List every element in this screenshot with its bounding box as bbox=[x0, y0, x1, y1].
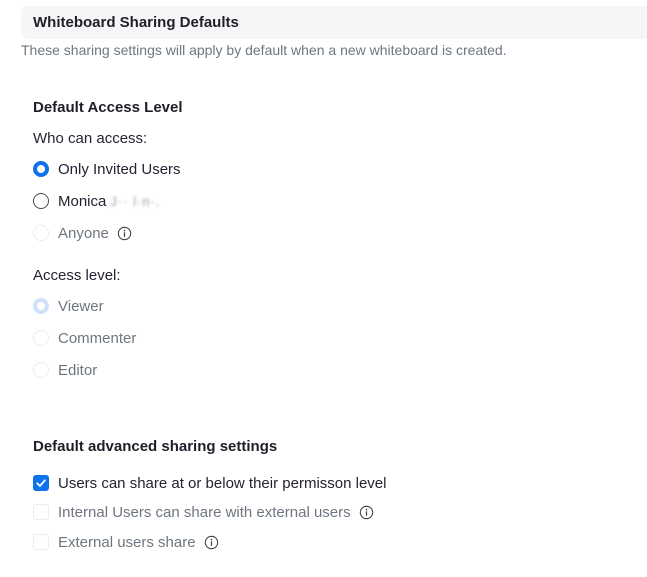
option-label: Users can share at or below their permis… bbox=[58, 474, 387, 492]
option-label: Anyone bbox=[58, 224, 109, 242]
option-label: Commenter bbox=[58, 329, 137, 347]
option-label: Editor bbox=[58, 361, 98, 379]
checkbox[interactable] bbox=[33, 504, 49, 520]
access-level-label: Access level: bbox=[33, 267, 121, 284]
checkbox[interactable] bbox=[33, 475, 49, 491]
access-section-title: Default Access Level bbox=[33, 99, 183, 116]
redacted-name: J·· l·n·. bbox=[110, 193, 161, 209]
info-icon[interactable] bbox=[204, 535, 219, 550]
option-label: Viewer bbox=[58, 297, 104, 315]
radio-button[interactable] bbox=[33, 193, 49, 209]
checkbox-internal-share-external[interactable]: Internal Users can share with external u… bbox=[33, 502, 374, 522]
page-description: These sharing settings will apply by def… bbox=[21, 42, 507, 58]
checkbox-external-users-share[interactable]: External users share bbox=[33, 532, 219, 552]
option-label: External users share bbox=[58, 533, 196, 551]
radio-button[interactable] bbox=[33, 298, 49, 314]
who-can-access-label: Who can access: bbox=[33, 130, 148, 147]
page-title: Whiteboard Sharing Defaults bbox=[33, 14, 239, 31]
radio-button[interactable] bbox=[33, 161, 49, 177]
radio-only-invited-users[interactable]: Only Invited Users bbox=[33, 159, 181, 179]
whiteboard-sharing-settings-page: Whiteboard Sharing Defaults These sharin… bbox=[0, 0, 647, 577]
radio-button[interactable] bbox=[33, 225, 49, 241]
check-icon bbox=[36, 479, 46, 487]
advanced-section-title: Default advanced sharing settings bbox=[33, 438, 278, 455]
radio-button[interactable] bbox=[33, 362, 49, 378]
option-label: Internal Users can share with external u… bbox=[58, 503, 351, 521]
checkbox-share-at-or-below[interactable]: Users can share at or below their permis… bbox=[33, 473, 386, 493]
option-label: Only Invited Users bbox=[58, 160, 181, 178]
option-label: Monica bbox=[58, 192, 107, 210]
info-icon[interactable] bbox=[359, 505, 374, 520]
checkbox[interactable] bbox=[33, 534, 49, 550]
radio-commenter[interactable]: Commenter bbox=[33, 328, 136, 348]
radio-button[interactable] bbox=[33, 330, 49, 346]
radio-monica[interactable]: Monica J·· l·n·. bbox=[33, 191, 161, 211]
radio-anyone[interactable]: Anyone bbox=[33, 223, 132, 243]
radio-editor[interactable]: Editor bbox=[33, 360, 97, 380]
radio-viewer[interactable]: Viewer bbox=[33, 296, 104, 316]
info-icon[interactable] bbox=[117, 226, 132, 241]
